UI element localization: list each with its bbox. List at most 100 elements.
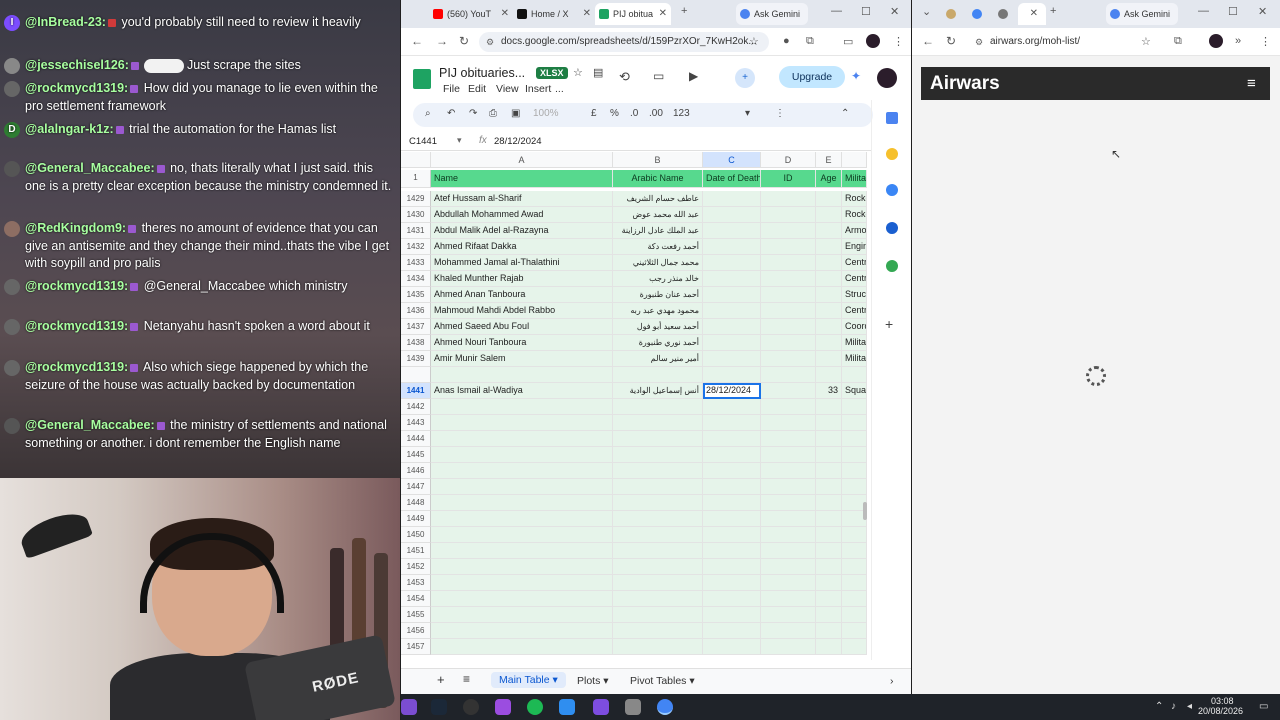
table-cell[interactable] [842, 431, 867, 447]
app-icon[interactable] [593, 699, 609, 715]
add-addon-icon[interactable]: + [885, 316, 893, 332]
table-cell[interactable] [816, 303, 842, 319]
table-cell[interactable] [816, 543, 842, 559]
table-cell[interactable] [613, 623, 703, 639]
puzzle-icon[interactable]: ⧉ [806, 35, 814, 48]
table-cell[interactable]: Ahmed Anan Tanboura [431, 287, 613, 303]
table-cell[interactable]: Coord [842, 319, 867, 335]
menu-edit[interactable]: Edit [468, 83, 486, 95]
clock-time[interactable]: 03:08 [1211, 696, 1234, 706]
table-cell[interactable] [842, 479, 867, 495]
upgrade-button[interactable]: Upgrade [779, 66, 845, 88]
search-icon[interactable]: ⌕ [425, 108, 431, 119]
cast-icon[interactable]: ▭ [843, 35, 853, 48]
table-cell[interactable] [613, 575, 703, 591]
site-title[interactable]: Airwars [930, 73, 1000, 95]
table-cell[interactable] [761, 495, 816, 511]
table-cell[interactable] [842, 559, 867, 575]
row-number[interactable]: 1437 [401, 319, 431, 335]
table-cell[interactable] [613, 415, 703, 431]
table-cell[interactable]: Anas Ismail al-Wadiya [431, 383, 613, 399]
obs-icon[interactable] [463, 699, 479, 715]
table-cell[interactable] [703, 495, 761, 511]
table-cell[interactable] [431, 575, 613, 591]
comments-icon[interactable]: ▭ [653, 69, 664, 83]
close-icon[interactable]: ✕ [501, 3, 509, 25]
table-cell[interactable] [431, 463, 613, 479]
maximize-icon[interactable]: ☐ [861, 5, 871, 18]
chat-username[interactable]: @General_Maccabee: [25, 161, 155, 175]
table-cell[interactable] [431, 447, 613, 463]
table-cell[interactable]: Struct [842, 287, 867, 303]
vertical-scrollbar[interactable] [863, 502, 867, 520]
table-cell[interactable] [842, 527, 867, 543]
more-tools-icon[interactable]: ⋮ [775, 108, 785, 119]
table-cell[interactable]: محمود مهدي عبد ربه [613, 303, 703, 319]
tab-sheets[interactable]: PIJ obitua ✕ [595, 3, 671, 25]
table-cell[interactable] [431, 591, 613, 607]
table-cell[interactable] [431, 639, 613, 655]
close-icon[interactable]: ✕ [659, 3, 667, 25]
table-cell[interactable] [816, 575, 842, 591]
decrease-decimal-button[interactable]: .0 [630, 108, 638, 119]
table-cell[interactable] [816, 223, 842, 239]
table-cell[interactable] [703, 575, 761, 591]
table-cell[interactable]: عبد الله محمد عوض [613, 207, 703, 223]
back-icon[interactable]: ← [411, 34, 423, 48]
table-cell[interactable] [761, 191, 816, 207]
meet-icon[interactable]: ▶ [689, 69, 698, 83]
table-cell[interactable] [761, 511, 816, 527]
url-field[interactable]: ⚙ airwars.org/moh-list/ [968, 32, 1168, 52]
more-menu-icon[interactable]: ⋮ [893, 35, 904, 48]
app-icon[interactable] [401, 699, 417, 715]
reload-icon[interactable]: ↻ [459, 34, 469, 48]
extension-icon[interactable]: ⧉ [1174, 35, 1182, 48]
menu-file[interactable]: File [443, 83, 460, 95]
print-icon[interactable]: ⎙ [489, 108, 497, 119]
table-cell[interactable]: Centr [842, 271, 867, 287]
table-cell[interactable] [761, 399, 816, 415]
table-cell[interactable] [431, 399, 613, 415]
chat-username[interactable]: @RedKingdom9: [25, 221, 126, 235]
row-number[interactable]: 1450 [401, 527, 431, 543]
table-cell[interactable] [431, 527, 613, 543]
back-icon[interactable]: ← [922, 34, 934, 48]
table-cell[interactable] [761, 447, 816, 463]
table-cell[interactable]: Abdullah Mohammed Awad [431, 207, 613, 223]
table-cell[interactable] [761, 415, 816, 431]
table-cell[interactable] [613, 559, 703, 575]
table-cell[interactable] [431, 543, 613, 559]
table-cell[interactable]: Mahmoud Mahdi Abdel Rabbo [431, 303, 613, 319]
column-header[interactable]: A [431, 152, 613, 168]
sheet-tab-pivot-tables[interactable]: Pivot Tables ▾ [630, 675, 695, 687]
bookmark-star-icon[interactable]: ☆ [1141, 35, 1151, 48]
minimize-icon[interactable]: — [1198, 5, 1209, 17]
app-icon[interactable] [559, 699, 575, 715]
table-cell[interactable] [703, 207, 761, 223]
sheet-tab-plots[interactable]: Plots ▾ [577, 675, 609, 687]
table-cell[interactable]: Ahmed Rifaat Dakka [431, 239, 613, 255]
increase-decimal-button[interactable]: .00 [649, 108, 663, 119]
profile-avatar[interactable] [1209, 34, 1223, 48]
header-cell[interactable]: Arabic Name [613, 170, 703, 188]
table-cell[interactable] [842, 447, 867, 463]
table-cell[interactable] [761, 319, 816, 335]
table-cell[interactable] [816, 495, 842, 511]
ask-gemini-button[interactable]: Ask Gemini [1106, 3, 1178, 25]
chrome-icon[interactable] [657, 699, 673, 715]
table-cell[interactable] [613, 447, 703, 463]
table-cell[interactable]: Abdul Malik Adel al-Razayna [431, 223, 613, 239]
table-cell[interactable]: Amir Munir Salem [431, 351, 613, 367]
header-cell[interactable]: ID [761, 170, 816, 188]
undo-icon[interactable]: ↶ [447, 108, 455, 119]
extension-icon[interactable]: ● [783, 35, 790, 47]
table-cell[interactable]: 33 [816, 383, 842, 399]
column-header[interactable]: C [703, 152, 761, 168]
table-cell[interactable] [703, 319, 761, 335]
table-cell[interactable] [842, 543, 867, 559]
table-cell[interactable] [816, 447, 842, 463]
account-avatar[interactable] [877, 68, 897, 88]
row-number[interactable]: 1430 [401, 207, 431, 223]
header-cell[interactable]: Age [816, 170, 842, 188]
table-cell[interactable] [703, 367, 761, 383]
